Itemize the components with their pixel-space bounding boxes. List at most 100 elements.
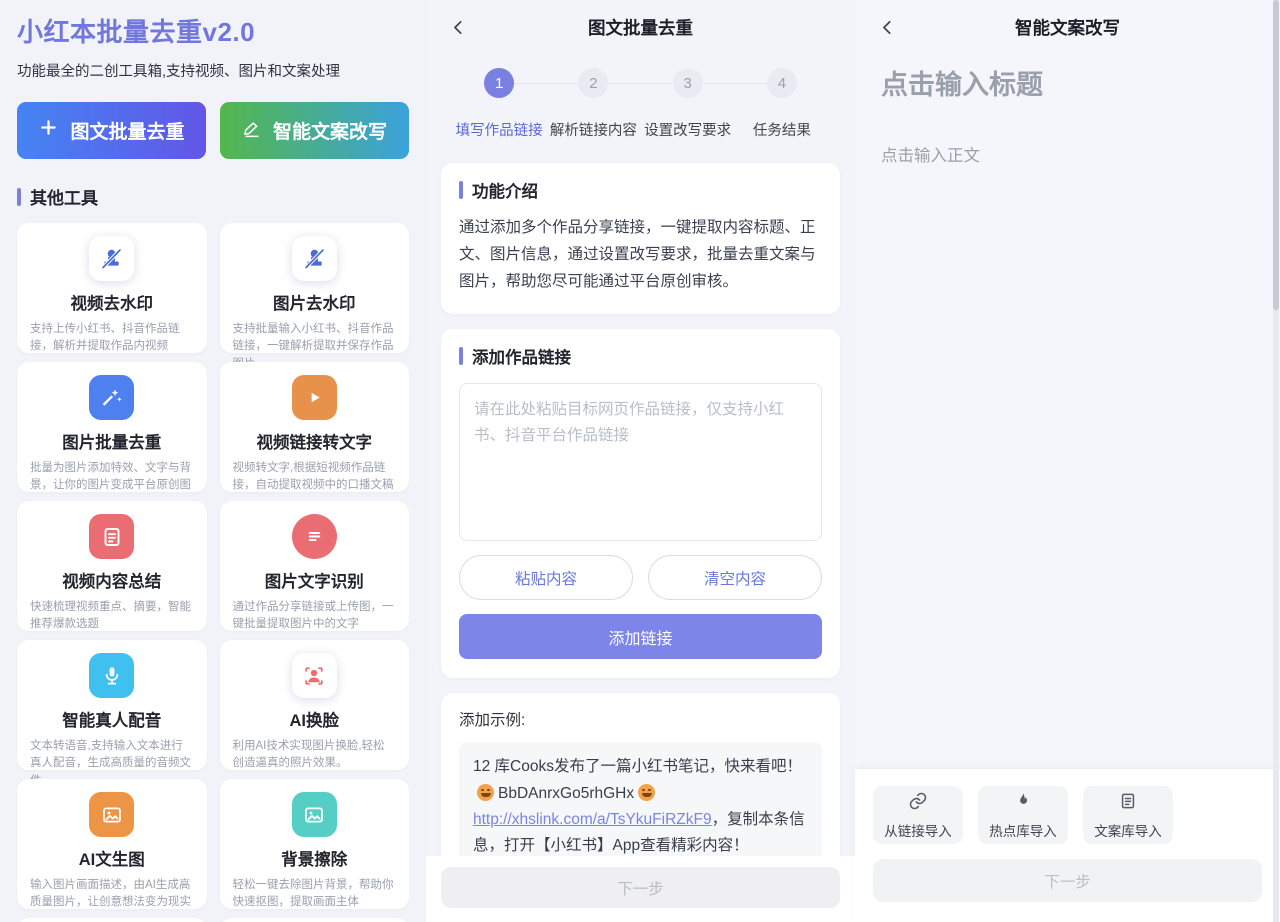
middle-panel: 图文批量去重 1 填写作品链接 2 解析链接内容 3 设置改写要求 4 任务结果 功能介绍 通… [426,0,855,922]
section-bar [17,188,21,206]
tool-card-9[interactable]: AI文生图输入图片画面描述，由AI生成高质量图片，让创意想法变为现实 [17,779,207,909]
smart-rewrite-button[interactable]: 智能文案改写 [220,102,409,159]
example-box: 12 库Cooks发布了一篇小红书笔记，快来看吧！ BbDAnrxGo5rhGH… [459,742,822,871]
title-input-placeholder[interactable]: 点击输入标题 [881,63,1254,102]
intro-card: 功能介绍 通过添加多个作品分享链接，一键提取内容标题、正文、图片信息，通过设置改… [441,163,840,314]
intro-body: 通过添加多个作品分享链接，一键提取内容标题、正文、图片信息，通过设置改写要求，批… [459,214,822,295]
step-indicator: 1 填写作品链接 2 解析链接内容 3 设置改写要求 4 任务结果 [452,68,829,140]
tool-desc: 视频转文字,根据短视频作品链接，自动提取视频中的口播文稿 [233,460,397,495]
import-button-label: 文案库导入 [1094,820,1162,840]
tool-card-8[interactable]: AI换脸利用AI技术实现图片换脸,轻松创造逼真的照片效果。 [220,640,410,770]
tool-desc: 支持上传小红书、抖音作品链接，解析并提取作品内视频 [30,321,194,356]
tool-name: 视频去水印 [71,290,154,314]
image-icon [89,792,134,837]
step-dot: 1 [484,68,514,98]
plus-icon [38,117,59,144]
tool-card-partial[interactable] [17,918,207,922]
step-label: 填写作品链接 [456,119,543,140]
app-root: 小红本批量去重v2.0 功能最全的二创工具箱,支持视频、图片和文案处理 图文批量… [0,0,1280,922]
step-label: 解析链接内容 [550,119,637,140]
primary-actions: 图文批量去重 智能文案改写 [17,102,409,159]
right-bottom-bar: 从链接导入 热点库导入 文案库导入 下一步 [855,768,1280,922]
middle-bottom-bar: 下一步 [426,856,855,922]
step-dot: 4 [767,68,797,98]
example-line2: BbDAnrxGo5rhGHx [473,781,808,807]
right-panel: 智能文案改写 点击输入标题 点击输入正文 从链接导入 热点库导入 文案库导入 下一步 [855,0,1280,922]
tool-name: 图片去水印 [273,290,356,314]
flame-icon [1013,791,1033,816]
right-header: 智能文案改写 [855,0,1280,54]
middle-next-step-button[interactable]: 下一步 [441,867,840,908]
clear-content-button[interactable]: 清空内容 [648,555,822,600]
tool-card-3[interactable]: 图片批量去重批量为图片添加特效、文字与背景，让你的图片变成平台原创图 [17,362,207,492]
tool-desc: 输入图片画面描述，由AI生成高质量图片，让创意想法变为现实 [30,877,194,912]
text-lines-icon [292,514,337,559]
step-dot: 3 [673,68,703,98]
tool-card-7[interactable]: 智能真人配音文本转语音,支持输入文本进行真人配音，生成高质量的音频文件 [17,640,207,770]
tool-name: 背景擦除 [281,846,347,870]
import-button-label: 热点库导入 [989,820,1057,840]
scrollbar-thumb[interactable] [1273,0,1279,310]
example-code: BbDAnrxGo5rhGHx [498,785,634,802]
right-next-step-button[interactable]: 下一步 [873,859,1262,902]
tool-desc: 批量为图片添加特效、文字与背景，让你的图片变成平台原创图 [30,460,194,495]
doc-icon [1118,791,1138,816]
pencil-icon [242,118,262,144]
middle-header: 图文批量去重 [426,0,855,54]
tool-name: AI换脸 [290,707,340,731]
play-icon [292,375,337,420]
example-label: 添加示例: [459,708,822,730]
other-tools-label: 其他工具 [30,184,98,209]
step-label: 任务结果 [753,119,811,140]
right-page-title: 智能文案改写 [1015,15,1120,40]
tool-card-10[interactable]: 背景擦除轻松一键去除图片背景，帮助你快速抠图，提取画面主体 [220,779,410,909]
back-icon[interactable] [877,16,899,38]
app-title: 小红本批量去重v2.0 [17,12,409,49]
paste-clear-row: 粘贴内容 清空内容 [459,555,822,600]
middle-page-title: 图文批量去重 [588,15,693,40]
grin-emoji-icon [477,784,494,801]
app-subtitle: 功能最全的二创工具箱,支持视频、图片和文案处理 [17,60,409,81]
link-icon [908,791,928,816]
section-bar [459,181,463,199]
step-1: 1 填写作品链接 [452,68,546,140]
tool-card-5[interactable]: 视频内容总结快速梳理视频重点、摘要，智能推荐爆款选题 [17,501,207,631]
add-links-card: 添加作品链接 粘贴内容 清空内容 添加链接 [441,329,840,678]
import-button-1[interactable]: 从链接导入 [873,786,963,844]
tool-card-partial[interactable] [220,918,410,922]
tool-card-6[interactable]: 图片文字识别通过作品分享链接或上传图，一键批量提取图片中的文字 [220,501,410,631]
import-button-label: 从链接导入 [884,820,952,840]
back-icon[interactable] [448,16,470,38]
tool-card-1[interactable]: 视频去水印支持上传小红书、抖音作品链接，解析并提取作品内视频 [17,223,207,353]
magic-wand-icon [89,375,134,420]
tool-card-2[interactable]: 图片去水印支持批量输入小红书、抖音作品链接，一键解析提取并保存作品图片 [220,223,410,353]
intro-title: 功能介绍 [472,178,538,202]
tool-desc: 轻松一键去除图片背景，帮助你快速抠图，提取画面主体 [233,877,397,912]
smart-rewrite-button-label: 智能文案改写 [273,117,387,144]
image-icon [292,792,337,837]
step-4: 4 任务结果 [735,68,829,140]
import-button-3[interactable]: 文案库导入 [1083,786,1173,844]
step-label: 设置改写要求 [644,119,731,140]
tool-name: 视频内容总结 [62,568,161,592]
example-link[interactable]: http://xhslink.com/a/TsYkuFiRZkF9 [473,811,712,828]
tool-grid: 视频去水印支持上传小红书、抖音作品链接，解析并提取作品内视频图片去水印支持批量输… [17,223,409,922]
step-dot: 2 [578,68,608,98]
paste-content-button[interactable]: 粘贴内容 [459,555,633,600]
tool-card-4[interactable]: 视频链接转文字视频转文字,根据短视频作品链接，自动提取视频中的口播文稿 [220,362,410,492]
add-links-title: 添加作品链接 [472,344,571,368]
left-panel: 小红本批量去重v2.0 功能最全的二创工具箱,支持视频、图片和文案处理 图文批量… [0,0,426,922]
scrollbar-track[interactable] [1273,0,1279,922]
tool-name: AI文生图 [79,846,145,870]
import-buttons-row: 从链接导入 热点库导入 文案库导入 [873,786,1262,844]
intro-card-title-row: 功能介绍 [459,178,822,202]
body-input-placeholder[interactable]: 点击输入正文 [881,142,1254,166]
add-link-button[interactable]: 添加链接 [459,614,822,659]
example-line3: http://xhslink.com/a/TsYkuFiRZkF9，复制本条信息… [473,807,808,860]
links-input[interactable] [459,383,822,541]
step-3: 3 设置改写要求 [641,68,735,140]
other-tools-section-header: 其他工具 [17,184,409,209]
batch-dedupe-button[interactable]: 图文批量去重 [17,102,206,159]
tool-name: 智能真人配音 [62,707,161,731]
import-button-2[interactable]: 热点库导入 [978,786,1068,844]
